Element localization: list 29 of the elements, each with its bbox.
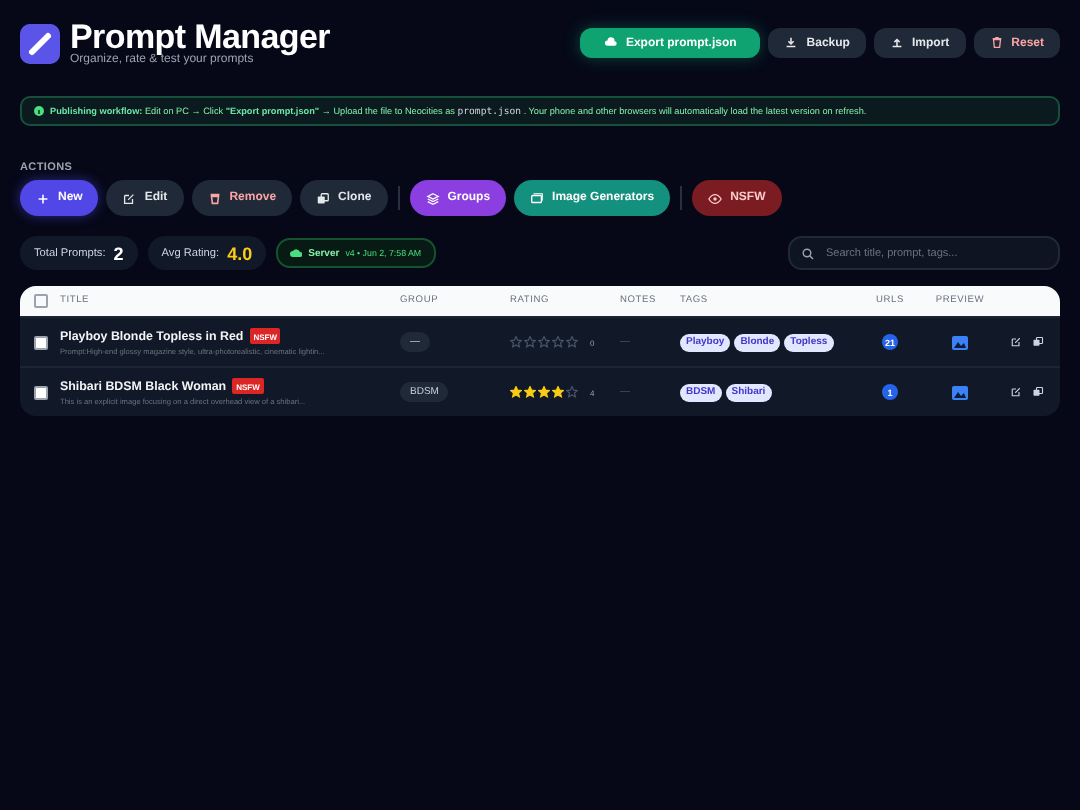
image-icon[interactable] xyxy=(952,385,968,399)
images-icon xyxy=(530,191,545,205)
select-all-checkbox[interactable] xyxy=(33,294,47,308)
plus-icon xyxy=(36,191,50,205)
eye-icon xyxy=(708,191,723,205)
trash-icon xyxy=(989,36,1004,50)
app-title: Prompt Manager xyxy=(70,20,330,54)
stat-value: 2 xyxy=(113,243,124,263)
checkbox[interactable] xyxy=(33,385,47,399)
cloud-icon xyxy=(290,248,303,258)
edit-icon xyxy=(122,191,137,205)
star-rating[interactable] xyxy=(510,336,578,348)
layers-icon xyxy=(425,191,440,205)
search-icon xyxy=(802,248,814,260)
copy-icon xyxy=(316,191,331,205)
upload-icon xyxy=(889,36,904,50)
edit-icon[interactable] xyxy=(1010,336,1022,348)
copy-icon[interactable] xyxy=(1032,386,1044,398)
trash-icon xyxy=(207,191,222,205)
info-icon xyxy=(34,106,44,116)
cloud-upload-icon xyxy=(603,36,618,50)
edit-icon[interactable] xyxy=(1010,386,1022,398)
logo-pencil-icon xyxy=(20,23,60,63)
copy-icon[interactable] xyxy=(1032,336,1044,348)
star-rating[interactable] xyxy=(510,386,578,398)
image-icon[interactable] xyxy=(952,335,968,349)
download-icon xyxy=(784,36,799,50)
stat-value: 4.0 xyxy=(227,243,253,263)
checkbox[interactable] xyxy=(33,335,47,349)
